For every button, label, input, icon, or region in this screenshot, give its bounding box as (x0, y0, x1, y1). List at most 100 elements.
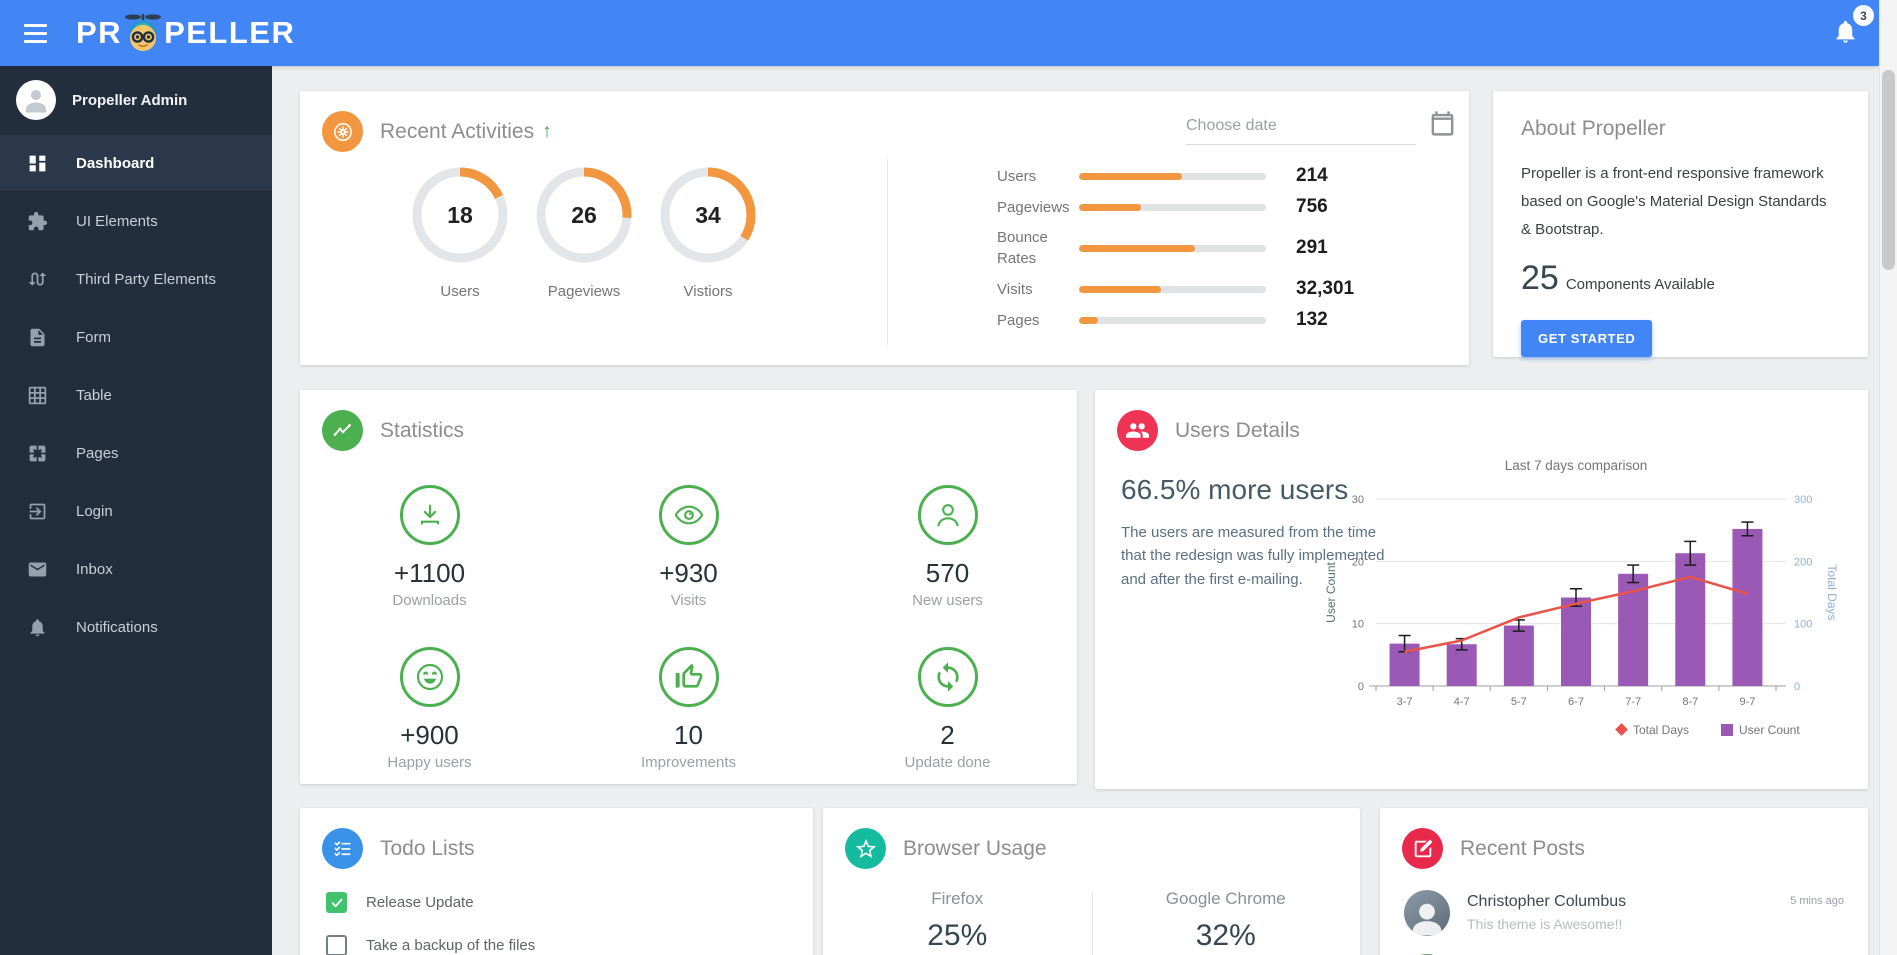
svg-text:20: 20 (1352, 556, 1364, 568)
recent-posts-card: Recent Posts Christopher Columbus This t… (1380, 808, 1868, 955)
sidebar-item-label: Third Party Elements (76, 270, 217, 288)
svg-text:0: 0 (1358, 681, 1364, 693)
stat-label: Users (997, 167, 1037, 185)
sidebar-profile[interactable]: Propeller Admin (0, 66, 272, 134)
post-comment: This theme is Awesome!! (1467, 916, 1623, 932)
stat-value: 570 (925, 558, 970, 588)
propeller-dashboard: PR PELLER 3 Propeller Admin Dashboard UI… (0, 0, 1897, 955)
browser-columns: Firefox 25% Google Chrome 32% (823, 889, 1361, 955)
notifications-bell-button[interactable]: 3 (1826, 5, 1874, 54)
person-icon (917, 485, 978, 545)
svg-text:9-7: 9-7 (1739, 696, 1755, 708)
svg-text:30: 30 (1352, 494, 1364, 506)
card-title: Statistics (380, 418, 465, 442)
post-row-christopher-columbus[interactable]: Christopher Columbus This theme is Aweso… (1380, 881, 1868, 945)
todo-item-release-update[interactable]: Release Update (300, 881, 813, 924)
components-count: 25 (1521, 259, 1559, 298)
star-icon (845, 828, 886, 869)
stat-label: Pageviews (997, 198, 1070, 216)
sidebar-item-login[interactable]: Login (0, 482, 272, 540)
sidebar-item-label: Form (76, 328, 111, 346)
sidebar-item-label: Notifications (76, 618, 158, 636)
group-icon (1117, 410, 1158, 451)
svg-text:10: 10 (1352, 619, 1364, 631)
stat-value: 2 (940, 720, 955, 750)
scrollbar-thumb[interactable] (1882, 70, 1895, 270)
recent-activities-card: Recent Activities ↑ 18 Users 26 Pageview… (300, 91, 1469, 365)
donut-value: 18 (447, 201, 473, 228)
download-icon (399, 485, 460, 545)
table-icon (27, 384, 49, 406)
sidebar-item-dashboard[interactable]: Dashboard (0, 134, 272, 192)
logo-text-left: PR (76, 15, 123, 50)
dashboard-icon (27, 152, 49, 174)
browser-firefox: Firefox 25% (823, 889, 1092, 953)
sidebar-item-ui-elements[interactable]: UI Elements (0, 192, 272, 250)
page-scrollbar[interactable] (1879, 0, 1897, 955)
sidebar-item-notifications[interactable]: Notifications (0, 598, 272, 656)
todo-item-backup-files[interactable]: Take a backup of the files (300, 924, 813, 955)
sidebar-item-label: Login (76, 502, 113, 520)
svg-text:Total Days: Total Days (1633, 723, 1689, 737)
puzzle-icon (27, 210, 49, 232)
sidebar-item-third-party-elements[interactable]: Third Party Elements (0, 250, 272, 308)
get-started-button[interactable]: GET STARTED (1521, 320, 1653, 358)
propeller-spinner-icon (322, 111, 363, 152)
donut-label: Pageviews (547, 283, 621, 300)
login-icon (27, 500, 49, 522)
post-row-sandra-smith[interactable]: Sandra Smith 5 hours ago (1380, 945, 1868, 955)
stat-value: 10 (674, 720, 703, 750)
stat-label: Happy users (387, 754, 472, 771)
progress-bar (1079, 316, 1266, 324)
svg-text:6-7: 6-7 (1568, 696, 1584, 708)
donut-value: 34 (695, 201, 721, 228)
sidebar-item-pages[interactable]: Pages (0, 424, 272, 482)
stat-value: 291 (1296, 237, 1328, 258)
stat-update-done: 2 Update done (818, 629, 1077, 791)
card-title: Users Details (1175, 418, 1300, 442)
card-title: About Propeller (1521, 117, 1666, 140)
svg-text:5-7: 5-7 (1511, 696, 1527, 708)
post-author: Christopher Columbus (1467, 893, 1627, 910)
sidebar-item-form[interactable]: Form (0, 308, 272, 366)
profile-name: Propeller Admin (72, 91, 188, 109)
svg-text:Last 7 days comparison: Last 7 days comparison (1505, 458, 1648, 473)
stat-row-visits: Visits 32,301 (997, 278, 1442, 300)
browser-google-chrome: Google Chrome 32% (1092, 889, 1361, 953)
checkbox-unchecked[interactable] (326, 935, 347, 955)
pages-icon (27, 442, 49, 464)
compose-icon (1402, 828, 1443, 869)
sidebar-item-inbox[interactable]: Inbox (0, 540, 272, 598)
card-title: Recent Posts (1460, 836, 1585, 860)
svg-text:User Count: User Count (1739, 723, 1800, 737)
statistics-grid: +1100 Downloads +930 Visits 570 New user… (300, 467, 1077, 791)
swap-calls-icon (27, 268, 49, 290)
hamburger-menu-button[interactable] (12, 10, 58, 56)
stat-label: Visits (997, 280, 1033, 298)
progress-bar (1079, 285, 1266, 293)
donut-label: Users (440, 283, 480, 300)
top-navbar: PR PELLER 3 (0, 0, 1879, 66)
avatar (1404, 890, 1450, 936)
document-icon (27, 326, 49, 348)
stat-label: Downloads (392, 592, 467, 609)
sidebar-item-table[interactable]: Table (0, 366, 272, 424)
smiley-icon (399, 647, 460, 707)
stat-row-pages: Pages 132 (997, 309, 1442, 331)
donut-pageviews: 26 Pageviews (532, 163, 636, 300)
stat-label: Pages (997, 311, 1040, 329)
browser-name: Firefox (931, 889, 984, 908)
propeller-logo[interactable]: PR PELLER (76, 12, 295, 54)
stat-value: 756 (1296, 196, 1328, 217)
choose-date-input[interactable] (1186, 113, 1416, 145)
sidebar-item-label: Pages (76, 444, 119, 462)
trending-up-icon (322, 410, 363, 451)
card-title: Recent Activities (380, 119, 535, 143)
about-propeller-card: About Propeller Propeller is a front-end… (1493, 91, 1868, 358)
checkbox-checked[interactable] (326, 892, 347, 913)
sidebar-item-label: Table (76, 386, 112, 404)
donut-value: 26 (571, 201, 597, 228)
stat-improvements: 10 Improvements (559, 629, 818, 791)
progress-bar (1079, 203, 1266, 211)
calendar-button[interactable] (1428, 109, 1457, 141)
